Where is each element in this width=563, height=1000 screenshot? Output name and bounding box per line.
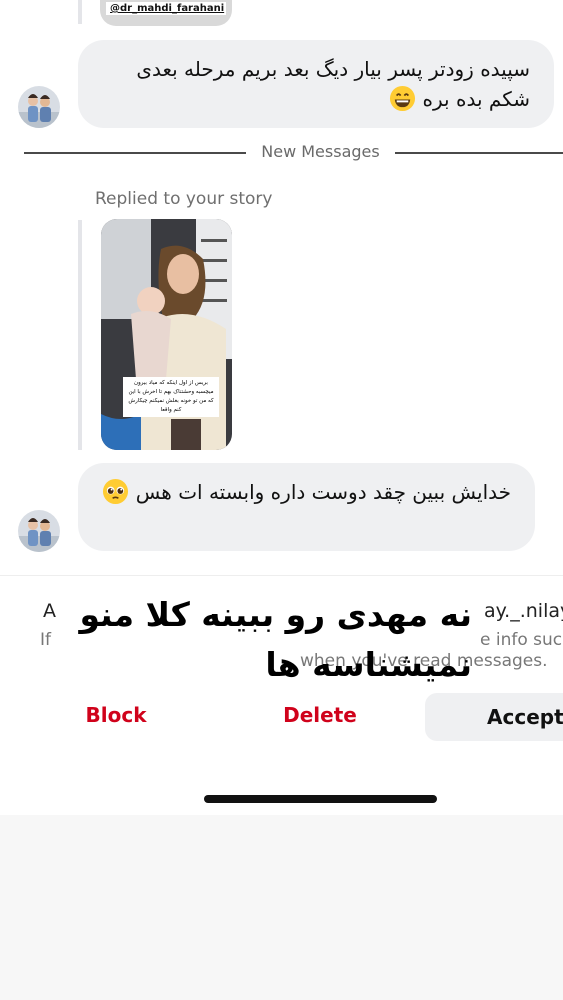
avatar-photo	[18, 510, 60, 552]
new-messages-divider: New Messages	[261, 142, 380, 161]
bottom-area	[0, 815, 563, 1000]
block-button[interactable]: Block	[80, 703, 152, 727]
message-bubble[interactable]: سپیده زودتر پسر بیار دیگ بعد بریم مرحله …	[78, 40, 554, 128]
pleading-face-emoji	[103, 478, 129, 505]
avatar[interactable]	[18, 86, 60, 128]
message-text: سپیده زودتر پسر بیار دیگ بعد بریم مرحله …	[136, 57, 530, 111]
request-username: ay._.nilay	[484, 600, 563, 622]
request-note-end: e info suc	[480, 630, 563, 650]
divider-line	[24, 152, 246, 154]
story-quote-bar	[78, 220, 82, 450]
delete-button[interactable]: Delete	[280, 703, 360, 727]
grinning-face-emoji	[390, 85, 416, 112]
avatar[interactable]	[18, 510, 60, 552]
overlay-caption: نه مهدی رو ببینه کلا منو نمیشناسه ها	[79, 595, 472, 684]
accept-button[interactable]: Accept	[425, 693, 563, 741]
story-username: @dr_mahdi_farahani	[106, 2, 226, 15]
replied-to-story-label: Replied to your story	[95, 189, 273, 209]
request-note-start: If	[40, 630, 51, 650]
story-thumbnail[interactable]: بریس از اول اینکه که میاد بیرون میچسبه و…	[101, 219, 232, 450]
message-bubble[interactable]: خدایش ببین چقد دوست داره وابسته ات هس	[78, 463, 535, 551]
panel-separator	[0, 575, 563, 576]
shared-story-card[interactable]: @dr_mahdi_farahani	[100, 0, 232, 26]
avatar-photo	[18, 86, 60, 128]
story-caption: بریس از اول اینکه که میاد بیرون میچسبه و…	[123, 377, 219, 417]
story-quote-bar	[78, 0, 82, 24]
divider-line	[395, 152, 563, 154]
home-indicator[interactable]	[204, 795, 437, 803]
message-text: خدایش ببین چقد دوست داره وابسته ات هس	[135, 480, 511, 504]
request-info-start: A	[43, 600, 56, 622]
